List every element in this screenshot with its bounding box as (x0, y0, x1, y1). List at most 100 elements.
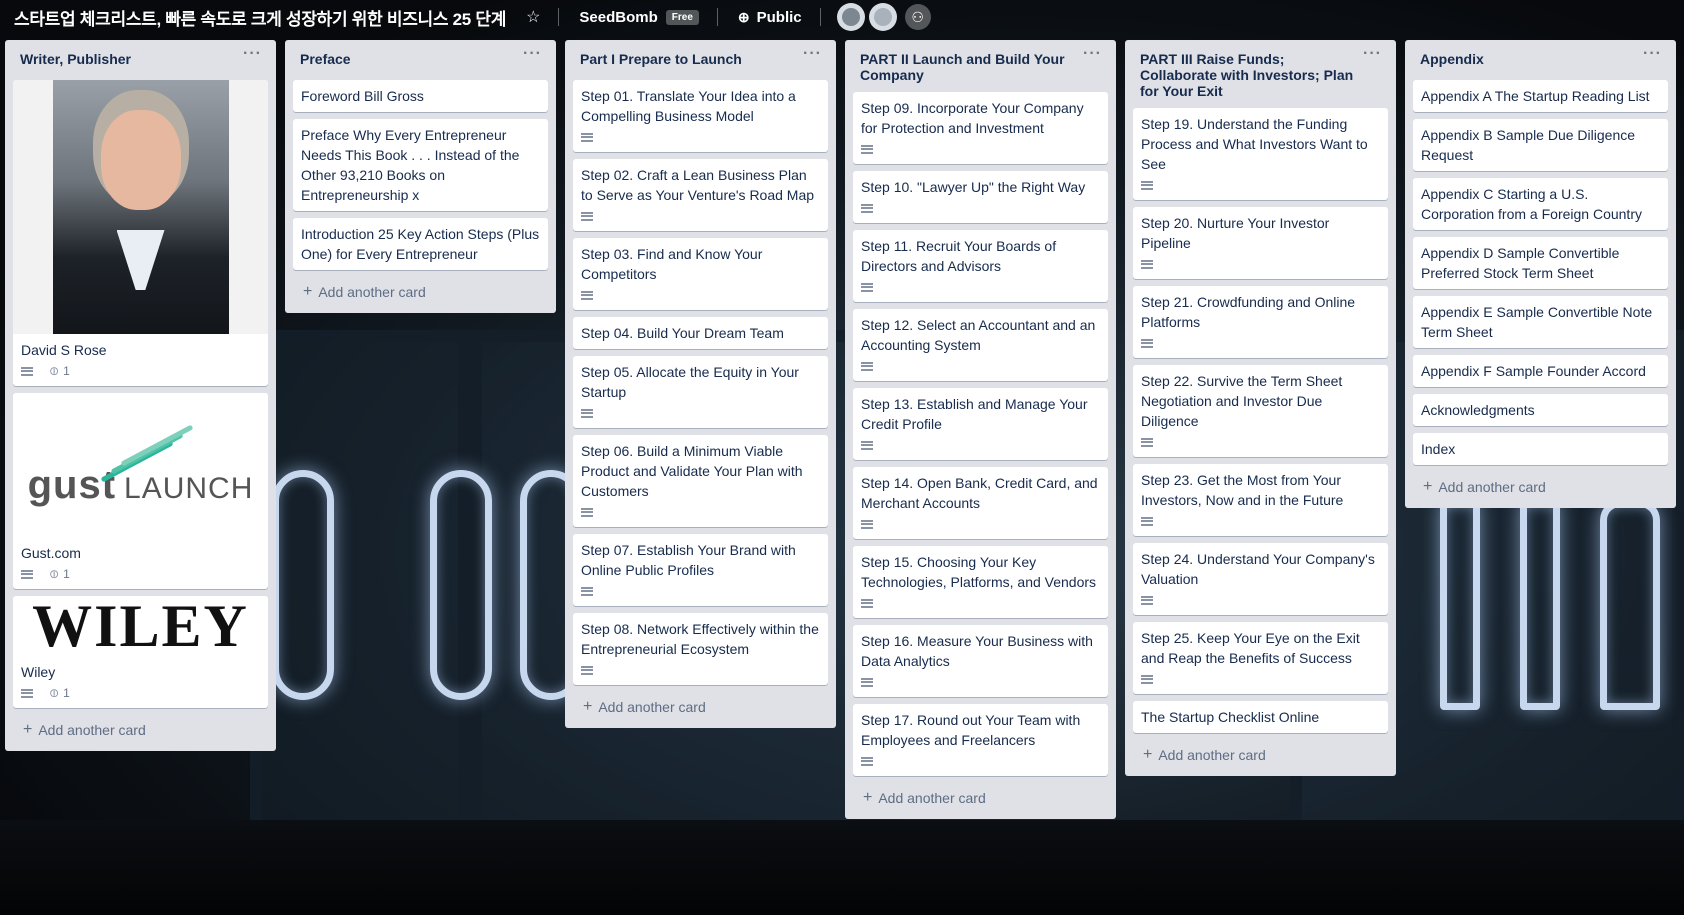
card-title: Step 01. Translate Your Idea into a Comp… (581, 88, 796, 124)
card[interactable]: Step 02. Craft a Lean Business Plan to S… (573, 159, 828, 231)
card[interactable]: Step 21. Crowdfunding and Online Platfor… (1133, 286, 1388, 358)
add-card-button[interactable]: + Add another card (853, 783, 1108, 813)
description-icon (861, 440, 873, 450)
card[interactable]: Step 22. Survive the Term Sheet Negotiat… (1133, 365, 1388, 457)
card[interactable]: Introduction 25 Key Action Steps (Plus O… (293, 218, 548, 270)
list-title[interactable]: Preface (300, 51, 351, 67)
list-menu-icon[interactable]: ··· (243, 46, 262, 62)
description-icon (1141, 180, 1153, 190)
card-title: Step 06. Build a Minimum Viable Product … (581, 443, 803, 499)
card[interactable]: Step 06. Build a Minimum Viable Product … (573, 435, 828, 527)
card[interactable]: gust LAUNCH Gust.com ⊘ 1 (13, 393, 268, 589)
card[interactable]: Step 25. Keep Your Eye on the Exit and R… (1133, 622, 1388, 694)
star-icon[interactable]: ☆ (526, 7, 540, 27)
card[interactable]: Appendix C Starting a U.S. Corporation f… (1413, 178, 1668, 230)
card[interactable]: The Startup Checklist Online (1133, 701, 1388, 733)
card-title: Wiley (21, 664, 56, 680)
attachment-icon: ⊘ (45, 565, 63, 583)
card[interactable]: Appendix A The Startup Reading List (1413, 80, 1668, 112)
card[interactable]: Appendix B Sample Due Diligence Request (1413, 119, 1668, 171)
description-icon (581, 665, 593, 675)
list-title[interactable]: PART II Launch and Build Your Company (860, 51, 1065, 83)
card-badges (581, 284, 820, 306)
card-badges (1141, 332, 1380, 354)
card[interactable]: Step 09. Incorporate Your Company for Pr… (853, 92, 1108, 164)
list-title[interactable]: Part I Prepare to Launch (580, 51, 742, 67)
visibility-label: Public (756, 8, 802, 26)
list-header[interactable]: PART III Raise Funds; Collaborate with I… (1133, 40, 1388, 108)
card[interactable]: Step 04. Build Your Dream Team (573, 317, 828, 349)
list-header[interactable]: Preface ··· (293, 40, 548, 80)
card[interactable]: Appendix F Sample Founder Accord (1413, 355, 1668, 387)
add-card-label: Add another card (1158, 747, 1266, 763)
card-title: Step 21. Crowdfunding and Online Platfor… (1141, 294, 1356, 330)
card-title: Step 19. Understand the Funding Process … (1141, 116, 1368, 172)
card[interactable]: Preface Why Every Entrepreneur Needs Thi… (293, 119, 548, 211)
card-title: Step 17. Round out Your Team with Employ… (861, 712, 1081, 748)
list-header[interactable]: Appendix ··· (1413, 40, 1668, 80)
attachment-count: 1 (63, 364, 70, 378)
list-title[interactable]: Appendix (1420, 51, 1484, 67)
card-title: Step 11. Recruit Your Boards of Director… (861, 238, 1057, 274)
description-icon (861, 282, 873, 292)
add-card-button[interactable]: + Add another card (293, 277, 548, 307)
board-title[interactable]: 스타트업 체크리스트, 빠른 속도로 크게 성장하기 위한 비즈니스 25 단계 (14, 5, 506, 30)
card[interactable]: Index (1413, 433, 1668, 465)
list-header[interactable]: PART II Launch and Build Your Company ··· (853, 40, 1108, 92)
avatar[interactable] (868, 3, 897, 31)
card[interactable]: Step 13. Establish and Manage Your Credi… (853, 388, 1108, 460)
description-icon (581, 132, 593, 142)
card-title: Acknowledgments (1421, 402, 1535, 418)
description-icon (1141, 516, 1153, 526)
list-header[interactable]: Part I Prepare to Launch ··· (573, 40, 828, 80)
add-card-button[interactable]: + Add another card (573, 692, 828, 722)
list-header[interactable]: Writer, Publisher ··· (13, 40, 268, 80)
card[interactable]: Acknowledgments (1413, 394, 1668, 426)
team-button[interactable]: SeedBomb Free (579, 9, 699, 26)
list-menu-icon[interactable]: ··· (1083, 46, 1102, 62)
card[interactable]: Appendix E Sample Convertible Note Term … (1413, 296, 1668, 348)
add-card-button[interactable]: + Add another card (1133, 740, 1388, 770)
description-icon (1141, 595, 1153, 605)
card[interactable]: Step 03. Find and Know Your Competitors (573, 238, 828, 310)
card[interactable]: Step 14. Open Bank, Credit Card, and Mer… (853, 467, 1108, 539)
add-card-button[interactable]: + Add another card (1413, 472, 1668, 502)
card-title: Step 16. Measure Your Business with Data… (861, 633, 1093, 669)
description-icon (1141, 259, 1153, 269)
card-title: Step 08. Network Effectively within the … (581, 621, 819, 657)
card[interactable]: Step 07. Establish Your Brand with Onlin… (573, 534, 828, 606)
list-title[interactable]: Writer, Publisher (20, 51, 131, 67)
card[interactable]: Step 19. Understand the Funding Process … (1133, 108, 1388, 200)
visibility-button[interactable]: ⊕ Public (738, 9, 802, 26)
card[interactable]: Step 08. Network Effectively within the … (573, 613, 828, 685)
card[interactable]: WILEY Wiley ⊘ 1 (13, 596, 268, 708)
card[interactable]: David S Rose ⊘ 1 (13, 80, 268, 386)
card[interactable]: Step 10. "Lawyer Up" the Right Way (853, 171, 1108, 223)
card-badges (1141, 431, 1380, 453)
card[interactable]: Step 15. Choosing Your Key Technologies,… (853, 546, 1108, 618)
card[interactable]: Foreword Bill Gross (293, 80, 548, 112)
add-member-icon[interactable]: ⚇ (904, 4, 931, 30)
list-part-3: PART III Raise Funds; Collaborate with I… (1125, 40, 1396, 776)
card[interactable]: Step 16. Measure Your Business with Data… (853, 625, 1108, 697)
list-menu-icon[interactable]: ··· (803, 46, 822, 62)
description-icon (21, 569, 33, 579)
card[interactable]: Step 20. Nurture Your Investor Pipeline (1133, 207, 1388, 279)
card-title: Step 05. Allocate the Equity in Your Sta… (581, 364, 799, 400)
card[interactable]: Step 17. Round out Your Team with Employ… (853, 704, 1108, 776)
card[interactable]: Step 11. Recruit Your Boards of Director… (853, 230, 1108, 302)
avatar[interactable] (836, 3, 865, 31)
card[interactable]: Step 05. Allocate the Equity in Your Sta… (573, 356, 828, 428)
card-title: Step 12. Select an Accountant and an Acc… (861, 317, 1096, 353)
list-menu-icon[interactable]: ··· (1363, 46, 1382, 62)
card[interactable]: Step 23. Get the Most from Your Investor… (1133, 464, 1388, 536)
card[interactable]: Step 01. Translate Your Idea into a Comp… (573, 80, 828, 152)
card[interactable]: Step 24. Understand Your Company's Valua… (1133, 543, 1388, 615)
card[interactable]: Step 12. Select an Accountant and an Acc… (853, 309, 1108, 381)
card[interactable]: Appendix D Sample Convertible Preferred … (1413, 237, 1668, 289)
list-title[interactable]: PART III Raise Funds; Collaborate with I… (1140, 51, 1353, 99)
list-menu-icon[interactable]: ··· (1643, 46, 1662, 62)
add-card-button[interactable]: + Add another card (13, 715, 268, 745)
card-title: Step 13. Establish and Manage Your Credi… (861, 396, 1088, 432)
list-menu-icon[interactable]: ··· (523, 46, 542, 62)
